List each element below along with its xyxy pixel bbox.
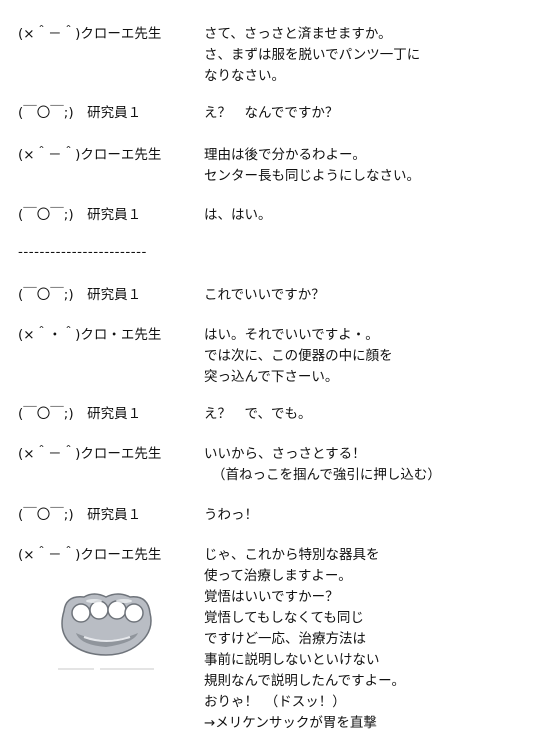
dialogue-lines: さて、さっさと済ませますか。 さ、まずは服を脱いでパンツ一丁に なりなさい。 bbox=[204, 24, 534, 87]
speaker-name: (￣〇￣;) 研究員１ bbox=[18, 105, 142, 121]
brass-knuckles-image bbox=[54, 589, 160, 675]
dialogue-line: おりゃ！ （ドスッ！） bbox=[204, 694, 346, 710]
dialogue-line: さ、まずは服を脱いでパンツ一丁に bbox=[204, 47, 421, 63]
dialogue-line: 使って治療しますよー。 bbox=[204, 568, 352, 584]
dialogue-line: はい。それでいいですよ・。 bbox=[204, 327, 379, 343]
dialogue-line: これでいいですか？ bbox=[204, 287, 325, 303]
dialogue-line: うわっ！ bbox=[204, 507, 258, 523]
dialogue-line: え？ で、でも。 bbox=[204, 406, 312, 422]
dialogue-lines: 理由は後で分かるわよー。 センター長も同じようにしなさい。 bbox=[204, 145, 534, 187]
dialogue-lines: これでいいですか？ bbox=[204, 285, 534, 306]
dialogue-line: では次に、この便器の中に顔を bbox=[204, 348, 393, 364]
dialogue-line: 覚悟してもしなくても同じ bbox=[204, 610, 364, 626]
dialogue-line: センター長も同じようにしなさい。 bbox=[204, 168, 420, 184]
dialogue-line: いいから、さっさとする！ bbox=[204, 446, 366, 462]
dialogue-lines: え？ で、でも。 bbox=[204, 404, 534, 425]
dialogue-line: え？ なんでですか？ bbox=[204, 105, 339, 121]
dialogue-line: 規則なんで説明したんですよー。 bbox=[204, 673, 406, 689]
speaker-name: (×＾－＾)クローエ先生 bbox=[18, 26, 162, 42]
dialogue-line: なりなさい。 bbox=[204, 68, 285, 84]
dialogue-line: さて、さっさと済ませますか。 bbox=[204, 26, 392, 42]
speaker-name: (￣〇￣;) 研究員１ bbox=[18, 287, 142, 303]
dialogue-line: 突っ込んで下さーい。 bbox=[204, 369, 339, 385]
dialogue-lines: え？ なんでですか？ bbox=[204, 103, 534, 124]
dialogue-line: （首ねっこを掴んで強引に押し込む） bbox=[212, 467, 441, 483]
speaker-name: (×＾－＾)クローエ先生 bbox=[18, 147, 162, 163]
speaker-name: (￣〇￣;) 研究員１ bbox=[18, 507, 142, 523]
dialogue-line: ですけど一応、治療方法は bbox=[204, 631, 366, 647]
dialogue-line: →メリケンサックが胃を直撃 bbox=[204, 715, 377, 731]
dialogue-lines: はい。それでいいですよ・。 では次に、この便器の中に顔を 突っ込んで下さーい。 bbox=[204, 325, 534, 388]
dialogue-line: じゃ、これから特別な器具を bbox=[204, 547, 380, 563]
section-divider: ------------------------ bbox=[18, 244, 147, 260]
dialogue-lines: じゃ、これから特別な器具を 使って治療しますよー。 覚悟はいいですかー？ 覚悟し… bbox=[204, 545, 534, 734]
dialogue-lines: うわっ！ bbox=[204, 505, 534, 526]
brass-knuckles-icon bbox=[54, 589, 160, 675]
dialogue-lines: いいから、さっさとする！ （首ねっこを掴んで強引に押し込む） bbox=[204, 444, 534, 486]
dialogue-line: 理由は後で分かるわよー。 bbox=[204, 147, 366, 163]
speaker-name: (￣〇￣;) 研究員１ bbox=[18, 207, 142, 223]
dialogue-lines: は、はい。 bbox=[204, 205, 534, 226]
dialogue-line: 事前に説明しないといけない bbox=[204, 652, 380, 668]
dialogue-line: は、はい。 bbox=[204, 207, 272, 223]
speaker-name: (×＾－＾)クローエ先生 bbox=[18, 547, 162, 563]
speaker-name: (￣〇￣;) 研究員１ bbox=[18, 406, 142, 422]
dialogue-document: (×＾－＾)クローエ先生 さて、さっさと済ませますか。 さ、まずは服を脱いでパン… bbox=[0, 0, 537, 751]
dialogue-line: 覚悟はいいですかー？ bbox=[204, 589, 339, 605]
speaker-name: (×＾・＾)クロ・エ先生 bbox=[18, 327, 162, 343]
speaker-name: (×＾－＾)クローエ先生 bbox=[18, 446, 162, 462]
